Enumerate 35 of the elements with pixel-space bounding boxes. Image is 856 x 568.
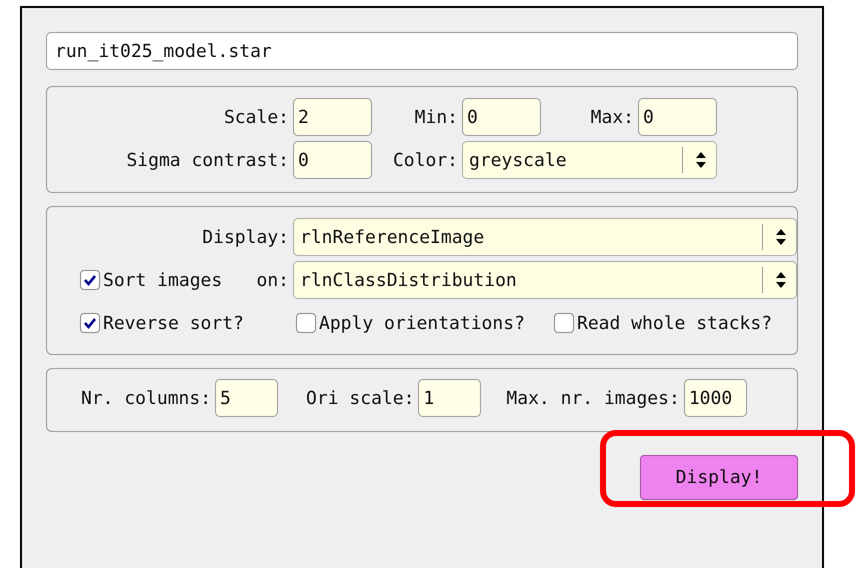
checkbox-label: Sort images [103,270,222,290]
field-label: Sigma contrast: [125,150,290,170]
number-field[interactable]: 1 [418,379,482,417]
min-field[interactable]: 0 [462,98,541,136]
checkbox[interactable] [554,313,574,333]
up-down-arrows-icon [775,228,787,246]
field-label: Nr. columns: [81,388,212,408]
sort-field-dropdown[interactable]: rlnClassDistribution [293,261,797,299]
field-label: on: [256,270,290,290]
checkbox-label: Apply orientations? [319,312,525,334]
file-name-field[interactable]: run_it025_model.star [46,32,798,70]
number-field[interactable]: 5 [215,379,278,417]
display-button[interactable]: Display! [640,455,798,500]
max-field[interactable]: 0 [638,98,717,136]
number-field[interactable]: 1000 [684,379,747,417]
field-label: Color: [392,150,459,170]
checkbox[interactable] [80,270,100,290]
scale-field[interactable]: 2 [293,98,372,136]
check-mark-icon [83,274,97,286]
field-label: Min: [414,106,459,128]
checkbox-label: Reverse sort? [103,312,244,334]
field-label: Max: [590,106,635,128]
up-down-arrows-icon [695,151,707,169]
field-label: Max. nr. images: [506,388,681,408]
checkbox[interactable] [80,313,100,333]
field-label: Scale: [222,106,290,128]
field-label: Display: [201,226,290,248]
up-down-arrows-icon [775,271,787,289]
field-label: Ori scale: [306,388,416,408]
check-mark-icon [83,317,97,329]
display-dropdown[interactable]: rlnReferenceImage [293,218,797,256]
color-dropdown[interactable]: greyscale [462,141,717,179]
checkbox-label: Read whole stacks? [577,312,772,334]
checkbox[interactable] [296,313,316,333]
sigma-contrast-field[interactable]: 0 [293,141,372,179]
